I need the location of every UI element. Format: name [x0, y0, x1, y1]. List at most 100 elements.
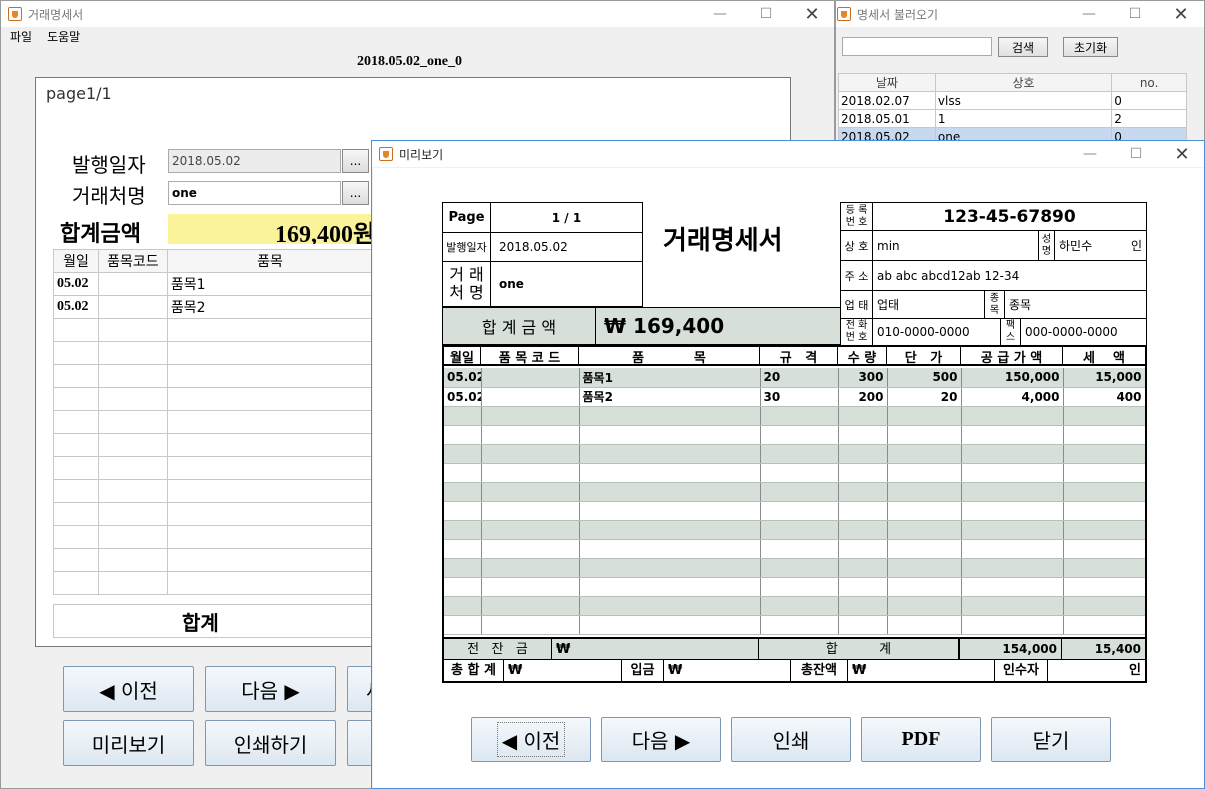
cell[interactable] [53, 502, 99, 526]
preview-next-button[interactable]: 다음 ▶ [601, 717, 721, 762]
col-header-date[interactable]: 월일 [53, 249, 99, 273]
cell[interactable] [97, 571, 168, 595]
cell[interactable] [97, 525, 168, 549]
cell[interactable] [53, 410, 99, 434]
cell[interactable] [53, 456, 99, 480]
cell[interactable] [53, 571, 99, 595]
cell[interactable] [166, 364, 374, 388]
row-code[interactable] [97, 295, 168, 319]
minimize-icon[interactable]: — [1066, 1, 1112, 27]
menu-file[interactable]: 파일 [10, 28, 32, 45]
row-company[interactable]: 1 [934, 109, 1113, 128]
minimize-icon[interactable]: — [1067, 141, 1113, 167]
cell[interactable] [166, 341, 374, 365]
close-icon[interactable]: ✕ [789, 1, 835, 27]
row-item[interactable]: 품목1 [166, 272, 374, 296]
cell[interactable] [166, 433, 374, 457]
table-row[interactable] [53, 433, 374, 457]
table-row[interactable] [53, 571, 374, 595]
row-date[interactable]: 2018.02.07 [838, 91, 936, 110]
table-row[interactable] [53, 341, 374, 365]
menu-help[interactable]: 도움말 [47, 28, 80, 45]
table-row[interactable] [53, 479, 374, 503]
table-row[interactable] [53, 456, 374, 480]
row-company[interactable]: vlss [934, 91, 1113, 110]
table-row[interactable] [53, 548, 374, 572]
row-item[interactable]: 품목2 [166, 295, 374, 319]
cell[interactable] [53, 525, 99, 549]
table-row[interactable] [53, 318, 374, 342]
row-date[interactable]: 05.02 [53, 272, 99, 296]
next-button[interactable]: 다음 ▶ [205, 666, 336, 712]
item-cell [760, 596, 839, 616]
cell[interactable] [166, 571, 374, 595]
search-button[interactable]: 검색 [998, 37, 1048, 57]
table-row[interactable]: 2018.02.07 vlss 0 [838, 91, 1187, 110]
print-button[interactable]: 인쇄하기 [205, 720, 336, 766]
cell[interactable] [97, 502, 168, 526]
col-header-code[interactable]: 품목코드 [97, 249, 168, 273]
cell[interactable] [53, 433, 99, 457]
row-code[interactable] [97, 272, 168, 296]
cell[interactable] [97, 456, 168, 480]
col-header-date[interactable]: 날짜 [838, 73, 936, 92]
preview-prev-button[interactable]: ◀ 이전 [471, 717, 591, 762]
table-row[interactable] [53, 410, 374, 434]
maximize-icon[interactable]: ☐ [1112, 1, 1158, 27]
cell[interactable] [166, 387, 374, 411]
cell[interactable] [97, 479, 168, 503]
maximize-icon[interactable]: ☐ [1113, 141, 1159, 167]
table-row[interactable]: 05.02 품목2 [53, 295, 374, 319]
table-row[interactable] [53, 364, 374, 388]
client-picker-button[interactable]: ... [342, 181, 369, 205]
cell[interactable] [53, 318, 99, 342]
cell[interactable] [53, 387, 99, 411]
preview-close-button[interactable]: 닫기 [991, 717, 1111, 762]
phone: 010-0000-0000 [872, 318, 1001, 346]
client-field[interactable]: one [168, 181, 341, 205]
cell[interactable] [97, 433, 168, 457]
preview-print-button[interactable]: 인쇄 [731, 717, 851, 762]
preview-pdf-button[interactable]: PDF [861, 717, 981, 762]
reset-button[interactable]: 초기화 [1063, 37, 1118, 57]
cell[interactable] [97, 410, 168, 434]
cell[interactable] [97, 548, 168, 572]
cell[interactable] [166, 456, 374, 480]
table-row[interactable]: 05.02 품목1 [53, 272, 374, 296]
cell[interactable] [166, 525, 374, 549]
table-row[interactable] [53, 502, 374, 526]
cell[interactable] [97, 341, 168, 365]
cell[interactable] [53, 341, 99, 365]
row-no[interactable]: 0 [1111, 91, 1187, 110]
search-input[interactable] [842, 37, 992, 56]
cell[interactable] [53, 548, 99, 572]
cell[interactable] [166, 318, 374, 342]
table-row[interactable] [53, 525, 374, 549]
col-header-company[interactable]: 상호 [934, 73, 1113, 92]
cell[interactable] [97, 364, 168, 388]
minimize-icon[interactable]: — [697, 1, 743, 27]
cell[interactable] [166, 410, 374, 434]
row-date[interactable]: 05.02 [53, 295, 99, 319]
col-header-no[interactable]: no. [1111, 73, 1187, 92]
table-row[interactable] [53, 387, 374, 411]
row-no[interactable]: 2 [1111, 109, 1187, 128]
cell[interactable] [166, 479, 374, 503]
prev-button[interactable]: ◀ 이전 [63, 666, 194, 712]
cell[interactable] [53, 479, 99, 503]
cell[interactable] [97, 387, 168, 411]
close-icon[interactable]: ✕ [1159, 141, 1205, 167]
issue-date-field[interactable]: 2018.05.02 [168, 149, 341, 173]
preview-button[interactable]: 미리보기 [63, 720, 194, 766]
table-row[interactable]: 2018.05.01 1 2 [838, 109, 1187, 128]
item-cell [444, 425, 482, 445]
close-icon[interactable]: ✕ [1158, 1, 1204, 27]
cell[interactable] [53, 364, 99, 388]
col-header-item[interactable]: 품목 [166, 249, 374, 273]
issue-date-picker-button[interactable]: ... [342, 149, 369, 173]
cell[interactable] [166, 548, 374, 572]
cell[interactable] [166, 502, 374, 526]
maximize-icon[interactable]: ☐ [743, 1, 789, 27]
cell[interactable] [97, 318, 168, 342]
row-date[interactable]: 2018.05.01 [838, 109, 936, 128]
